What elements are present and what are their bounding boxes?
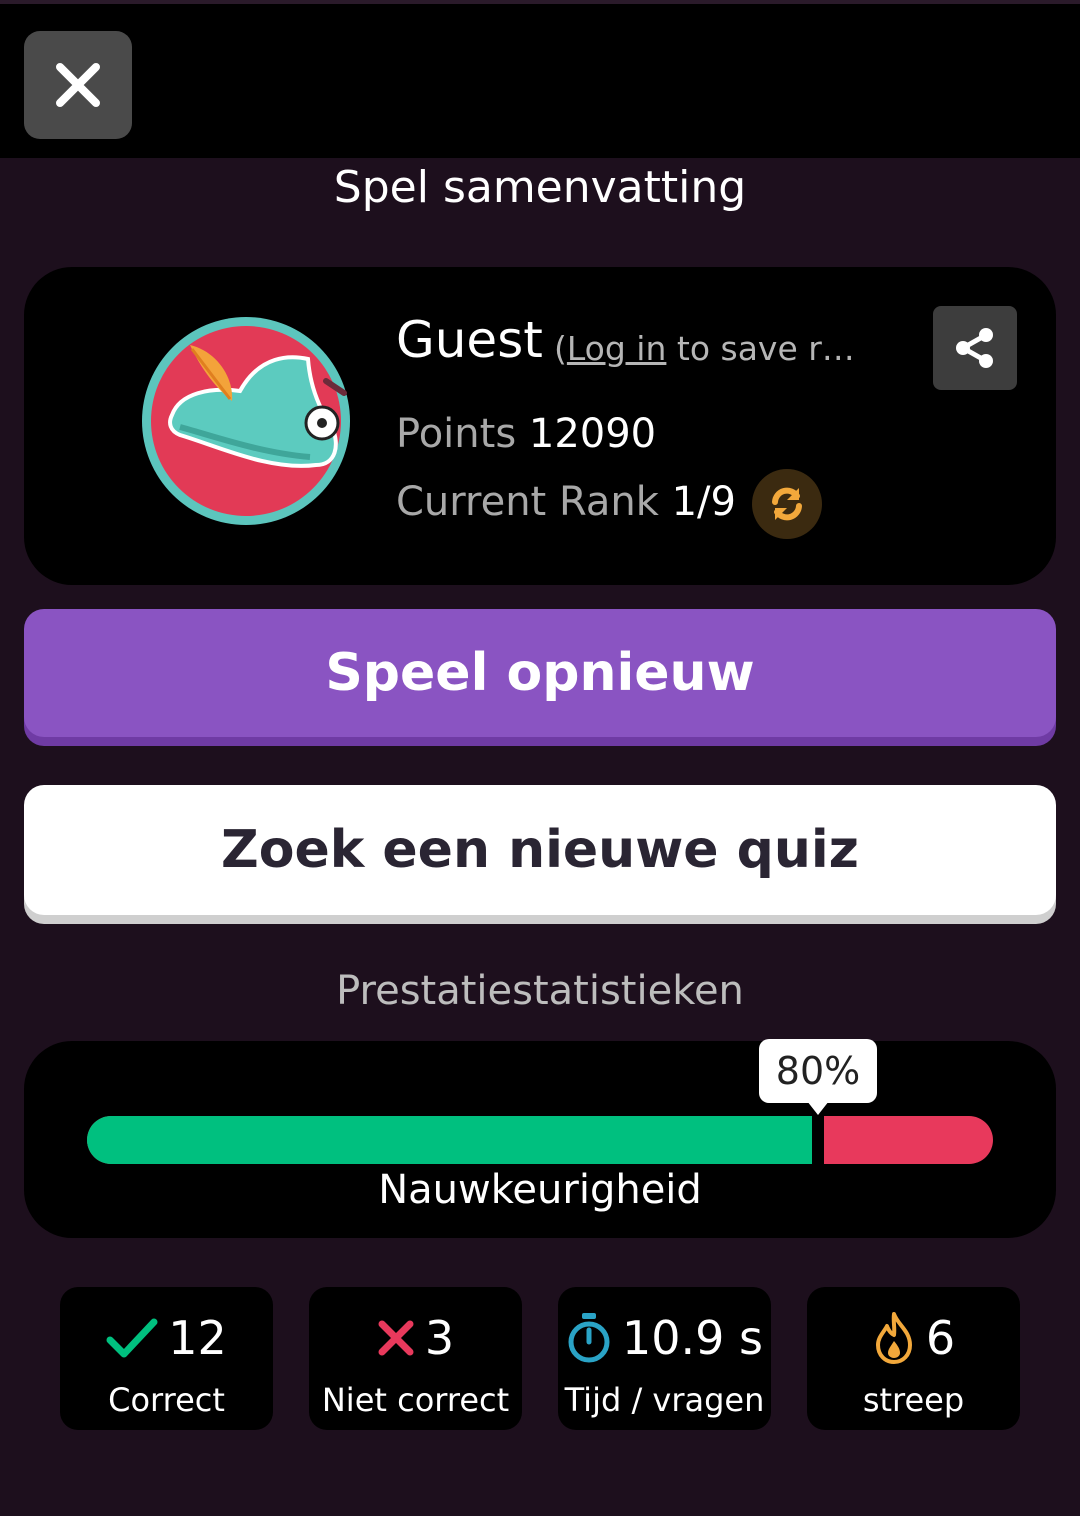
- find-new-quiz-button[interactable]: Zoek een nieuwe quiz: [24, 785, 1056, 915]
- stat-time-per-question: 10.9 s Tijd / vragen: [558, 1287, 771, 1430]
- stat-value: 10.9 s: [621, 1311, 763, 1365]
- stat-value: 3: [424, 1311, 455, 1365]
- accuracy-bar-correct: [87, 1116, 812, 1164]
- refresh-icon: [772, 487, 802, 521]
- refresh-rank-button[interactable]: [752, 469, 822, 539]
- stopwatch-icon: [568, 1313, 610, 1363]
- stat-label: Correct: [108, 1381, 225, 1419]
- share-button[interactable]: [933, 306, 1017, 390]
- points-value: 12090: [528, 411, 657, 457]
- login-hint-open: (: [554, 329, 567, 368]
- accuracy-bar-divider: [812, 1116, 824, 1164]
- cross-icon: [378, 1320, 414, 1356]
- rank-value: 1/9: [671, 479, 736, 525]
- stat-correct: 12 Correct: [60, 1287, 273, 1430]
- profile-card: Guest (Log in to save r… Points 12090 Cu…: [24, 267, 1056, 585]
- stat-streak: 6 streep: [807, 1287, 1020, 1430]
- stat-value: 6: [925, 1311, 956, 1365]
- login-hint: (Log in to save r…: [554, 329, 855, 368]
- points-row: Points 12090: [396, 411, 656, 457]
- close-button[interactable]: [24, 31, 132, 139]
- username: Guest: [396, 311, 543, 369]
- robin-hood-hat-icon: [142, 317, 350, 525]
- accuracy-bar: [87, 1116, 993, 1164]
- stat-label: Niet correct: [321, 1381, 510, 1419]
- stat-label: streep: [862, 1381, 965, 1419]
- page-title: Spel samenvatting: [333, 162, 747, 213]
- close-icon: [56, 63, 100, 107]
- flame-icon: [875, 1312, 912, 1364]
- accuracy-percent-bubble: 80%: [759, 1039, 877, 1103]
- rank-row: Current Rank 1/9: [396, 479, 736, 525]
- points-label: Points: [396, 411, 517, 457]
- accuracy-card: 80% Nauwkeurigheid: [24, 1039, 1056, 1238]
- accuracy-label: Nauwkeurigheid: [378, 1167, 702, 1213]
- stat-value: 12: [168, 1311, 227, 1365]
- stats-heading: Prestatiestatistieken: [336, 968, 744, 1014]
- stat-label: Tijd / vragen: [564, 1381, 765, 1419]
- rank-label: Current Rank: [396, 479, 659, 525]
- share-icon: [956, 328, 993, 368]
- login-hint-text: to save r…: [666, 329, 855, 368]
- stat-incorrect: 3 Niet correct: [309, 1287, 522, 1430]
- play-again-button[interactable]: Speel opnieuw: [24, 609, 1056, 737]
- accuracy-bubble-pointer: [807, 1101, 829, 1115]
- top-bar: [0, 0, 1080, 158]
- login-link[interactable]: Log in: [567, 329, 667, 368]
- check-icon: [106, 1318, 158, 1358]
